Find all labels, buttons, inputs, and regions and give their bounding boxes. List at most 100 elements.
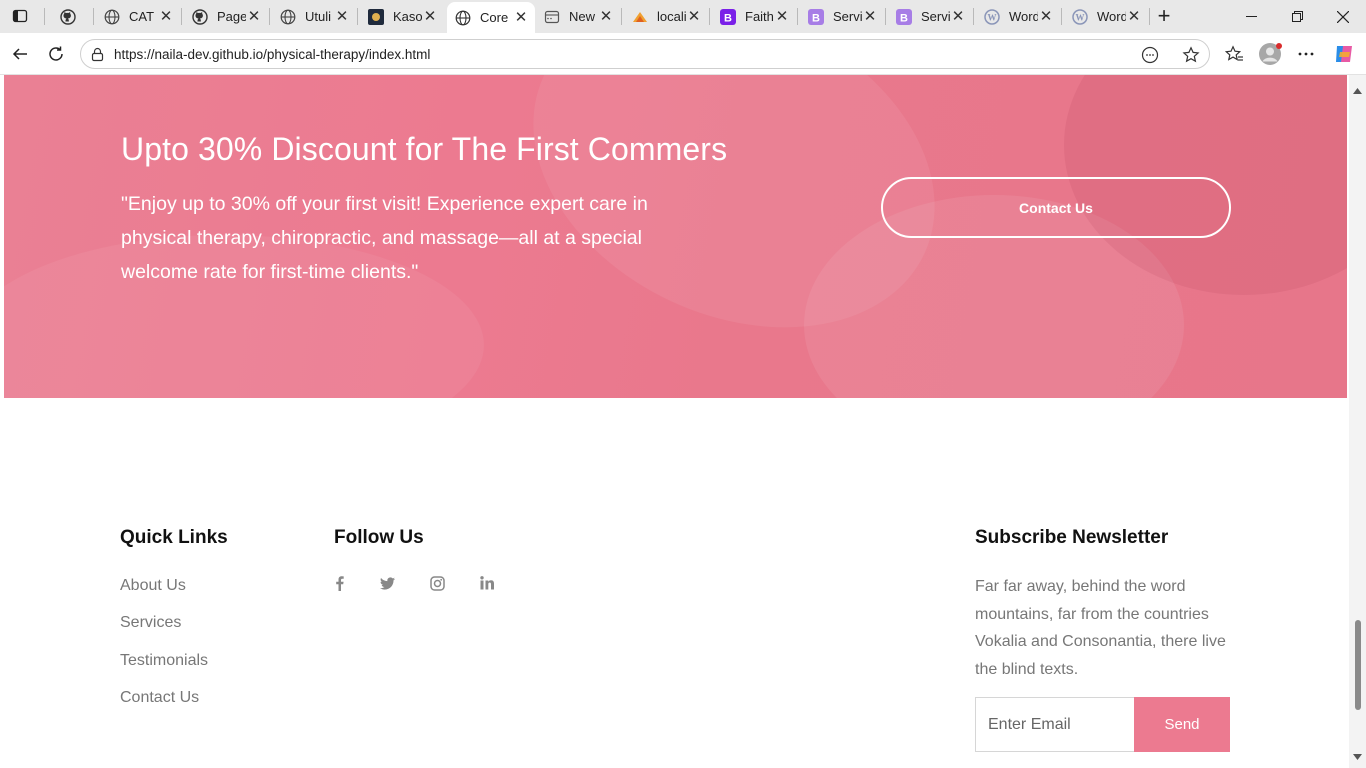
tab-new[interactable]: New ✕ [536,3,620,30]
close-icon[interactable]: ✕ [158,8,174,25]
kaso-icon [368,8,384,25]
new-tab-button[interactable]: + [1152,3,1176,28]
back-button[interactable] [6,40,34,68]
close-icon[interactable]: ✕ [598,8,614,25]
scroll-up-arrow-icon[interactable] [1353,81,1362,99]
browser-tab-strip: CAT ✕ Page ✕ Utuli ✕ Kaso ✕ Core ✕ New ✕… [0,0,1366,33]
tab-utuli[interactable]: Utuli ✕ [272,3,356,30]
favorites-icon[interactable] [1220,40,1248,68]
send-button[interactable]: Send [1134,697,1230,752]
tab-separator [621,8,622,25]
tab-github[interactable] [52,3,94,30]
close-icon[interactable]: ✕ [686,8,702,25]
instagram-icon[interactable] [429,575,445,591]
tab-separator [797,8,798,25]
browser-toolbar: https://naila-dev.github.io/physical-the… [0,33,1366,75]
wordpress-icon: W [1072,8,1088,25]
tab-localhost[interactable]: locali ✕ [624,3,708,30]
refresh-button[interactable] [42,40,70,68]
tab-page[interactable]: Page ✕ [184,3,268,30]
more-menu-icon[interactable] [1292,40,1320,68]
email-input[interactable] [975,697,1135,752]
tab-title: CAT [129,9,155,24]
tab-title: Word [1097,9,1126,24]
footer-link-about-us[interactable]: About Us [120,577,186,595]
footer-link-services[interactable]: Services [120,614,181,632]
svg-text:W: W [988,12,997,22]
svg-text:B: B [724,12,732,24]
tab-services-1[interactable]: B Servi ✕ [800,3,884,30]
newtab-icon [544,9,560,25]
bootstrap-icon: B [808,8,824,25]
close-icon[interactable]: ✕ [1126,8,1142,25]
footer-link-testimonials[interactable]: Testimonials [120,652,208,670]
tab-title: Utuli [305,9,332,24]
tab-separator [885,8,886,25]
tab-separator [181,8,182,25]
close-icon[interactable]: ✕ [950,8,966,25]
tab-title: Word [1009,9,1038,24]
tab-wordpress-1[interactable]: W Word ✕ [976,3,1060,30]
svg-text:W: W [1076,12,1085,22]
site-info-icon[interactable] [90,47,105,67]
tab-title: Core [480,10,509,25]
tab-separator [93,8,94,25]
footer-link-contact-us[interactable]: Contact Us [120,689,199,707]
tab-separator [1149,8,1150,25]
bootstrap-icon: B [720,8,736,25]
contact-us-button[interactable]: Contact Us [881,177,1231,238]
close-icon[interactable]: ✕ [334,8,350,25]
profile-avatar[interactable] [1256,40,1284,68]
globe-icon [280,9,296,25]
promo-title: Upto 30% Discount for The First Commers [121,131,728,167]
globe-icon [455,10,471,26]
close-icon[interactable]: ✕ [513,9,529,26]
tab-title: Servi [921,9,950,24]
scrollbar-thumb[interactable] [1355,620,1361,710]
tab-wordpress-2[interactable]: W Word ✕ [1064,3,1148,30]
favorite-star-icon[interactable] [1182,46,1200,69]
address-bar[interactable]: https://naila-dev.github.io/physical-the… [80,39,1210,69]
github-icon [60,8,76,25]
svg-text:B: B [900,12,908,24]
discount-banner: Upto 30% Discount for The First Commers … [4,75,1347,398]
tab-separator [1061,8,1062,25]
tab-separator [973,8,974,25]
close-window-button[interactable] [1320,0,1366,33]
tab-separator [44,8,45,25]
newsletter-heading: Subscribe Newsletter [975,527,1169,548]
tab-title: locali [657,9,686,24]
tab-cat[interactable]: CAT ✕ [96,3,180,30]
restore-button[interactable] [1274,0,1320,33]
tab-core-active[interactable]: Core ✕ [447,2,535,33]
promo-text: "Enjoy up to 30% off your first visit! E… [121,193,648,283]
github-icon [192,8,208,25]
tab-title: Kaso [393,9,422,24]
tab-separator [709,8,710,25]
close-icon[interactable]: ✕ [774,8,790,25]
bootstrap-icon: B [896,8,912,25]
url-text: https://naila-dev.github.io/physical-the… [114,47,431,62]
reader-view-icon[interactable] [1141,46,1159,69]
tab-actions-icon[interactable] [8,5,32,27]
quick-links-heading: Quick Links [120,527,228,548]
minimize-button[interactable] [1228,0,1274,33]
page-viewport: Upto 30% Discount for The First Commers … [0,75,1366,768]
close-icon[interactable]: ✕ [1038,8,1054,25]
tab-faith[interactable]: B Faith ✕ [712,3,796,30]
tab-separator [269,8,270,25]
tab-kaso[interactable]: Kaso ✕ [360,3,444,30]
linkedin-icon[interactable] [479,575,495,591]
close-icon[interactable]: ✕ [422,8,438,25]
copilot-icon[interactable] [1330,40,1358,68]
close-icon[interactable]: ✕ [246,8,262,25]
wordpress-icon: W [984,8,1000,25]
page-scrollbar[interactable] [1349,75,1366,768]
tab-services-2[interactable]: B Servi ✕ [888,3,972,30]
scroll-down-arrow-icon[interactable] [1353,747,1362,765]
newsletter-description: Far far away, behind the word mountains,… [975,578,1226,678]
tab-title: Page [217,9,246,24]
close-icon[interactable]: ✕ [862,8,878,25]
facebook-icon[interactable] [331,575,347,591]
twitter-icon[interactable] [379,575,395,591]
